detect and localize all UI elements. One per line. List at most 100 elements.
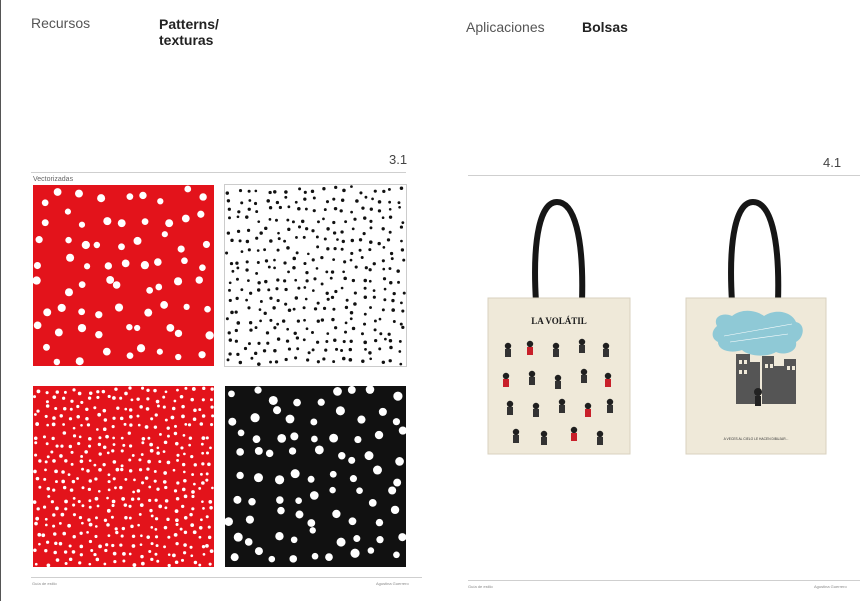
pattern-dot: [207, 535, 212, 540]
pattern-dot: [205, 544, 209, 548]
pattern-dot: [53, 532, 57, 536]
pattern-dot: [228, 390, 235, 398]
pattern-dot: [106, 451, 110, 455]
pattern-dot: [256, 260, 260, 264]
pattern-dot: [372, 295, 376, 299]
pattern-dot: [132, 490, 135, 494]
right-page: Aplicaciones Bolsas 4.1 LA VOLÁTIL A VEC…: [432, 0, 860, 601]
pattern-dot: [284, 287, 288, 292]
pattern-dot: [266, 341, 270, 345]
pattern-dot: [36, 389, 41, 394]
tote-bag-1-brand: LA VOLÁTIL: [531, 316, 586, 326]
pattern-dot: [333, 206, 338, 211]
pattern-dot: [183, 478, 187, 483]
pattern-dot: [259, 300, 263, 303]
pattern-dot: [88, 436, 92, 441]
pattern-dot: [227, 331, 231, 335]
pattern-dot: [254, 189, 258, 193]
pattern-dot: [150, 417, 154, 421]
pattern-dot: [230, 553, 239, 562]
pattern-dot: [264, 279, 268, 284]
pattern-dot: [305, 271, 309, 275]
figure-head: [580, 368, 588, 376]
pattern-dot: [240, 250, 244, 253]
pattern-dot: [326, 297, 330, 301]
pattern-dot: [62, 531, 67, 536]
pattern-dot: [34, 413, 37, 416]
pattern-dot: [323, 208, 327, 212]
pattern-dot: [161, 231, 168, 238]
pattern-dot: [154, 552, 158, 556]
pattern-dot: [400, 248, 405, 252]
pattern-dot: [198, 535, 202, 539]
pattern-dot: [137, 423, 141, 427]
pattern-dot: [63, 406, 67, 411]
pattern-dot: [297, 225, 302, 229]
pattern-dot: [112, 443, 116, 446]
pattern-dot: [146, 397, 150, 401]
pattern-dot: [332, 360, 336, 364]
pattern-dot: [254, 386, 262, 394]
pattern-dot: [364, 347, 367, 351]
pattern-dot: [392, 320, 396, 323]
figure-body: [605, 379, 611, 387]
pattern-dot: [374, 339, 378, 343]
pattern-dot: [93, 406, 97, 410]
pattern-dot: [381, 308, 385, 312]
pattern-dot: [119, 543, 123, 547]
pattern-dot: [277, 433, 287, 443]
pattern-dot: [287, 205, 291, 209]
pattern-dot: [70, 399, 74, 403]
pattern-dot: [115, 530, 119, 535]
pattern-dot: [255, 236, 259, 240]
pattern-dot: [236, 352, 240, 357]
pattern-dot: [356, 487, 363, 495]
pattern-dot: [79, 553, 83, 557]
pattern-dot: [285, 339, 290, 343]
pattern-dot: [201, 398, 205, 402]
pattern-dot: [311, 258, 315, 262]
pattern-dot: [76, 477, 79, 480]
pattern-dot: [140, 534, 143, 538]
pattern-dot: [111, 499, 116, 504]
pattern-dot: [52, 459, 56, 463]
pattern-dot: [343, 276, 347, 281]
pattern-dot: [253, 201, 258, 206]
pattern-dot: [173, 431, 178, 436]
pattern-dot: [316, 245, 320, 249]
pattern-dot: [275, 287, 279, 291]
pattern-dot: [102, 445, 107, 449]
pattern-dot: [333, 338, 337, 342]
pattern-dot: [88, 391, 93, 395]
pattern-dot: [45, 540, 50, 544]
pattern-dot: [325, 339, 329, 343]
pattern-dot: [311, 552, 319, 560]
pattern-dot: [117, 219, 126, 228]
pattern-dot: [80, 400, 84, 404]
pattern-dot: [136, 414, 140, 418]
pattern-dot: [326, 247, 330, 251]
pattern-dot: [236, 321, 241, 325]
pattern-dot: [381, 360, 386, 365]
pattern-dot: [145, 407, 150, 411]
pattern-dot: [361, 359, 365, 363]
pattern-dot: [258, 308, 262, 311]
pattern-dot: [139, 191, 147, 200]
pattern-dot: [268, 395, 278, 405]
pattern-dot: [225, 317, 229, 321]
pattern-dot: [401, 221, 405, 225]
footer-left: Guía de estilo: [32, 581, 57, 586]
pattern-dot: [162, 480, 167, 484]
pattern-dot: [278, 205, 282, 210]
pattern-dot: [399, 362, 403, 366]
pattern-dot: [94, 496, 99, 501]
pattern-dot: [228, 417, 237, 426]
pattern-dot: [140, 261, 150, 270]
pattern-dot: [175, 541, 179, 546]
pattern-dot: [156, 487, 160, 491]
pattern-dot: [341, 239, 345, 244]
pattern-dot: [305, 327, 309, 331]
pattern-dot: [166, 426, 170, 430]
pattern-dot: [236, 229, 241, 234]
pattern-dot: [183, 516, 188, 520]
